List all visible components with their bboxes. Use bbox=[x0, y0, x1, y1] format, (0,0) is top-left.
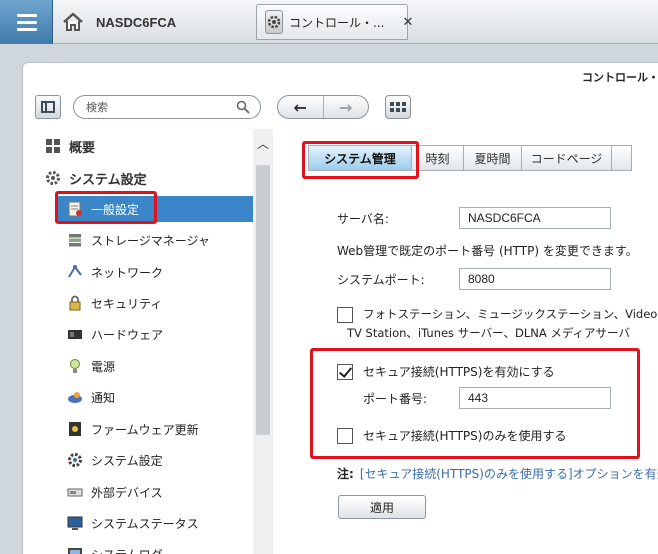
notification-icon bbox=[68, 392, 82, 403]
tab-codepage[interactable]: コードページ bbox=[522, 145, 612, 171]
highlight-https-settings bbox=[310, 348, 640, 459]
sidebar-item-label: 電源 bbox=[91, 359, 116, 374]
nas-name-label: NASDC6FCA bbox=[96, 14, 177, 30]
monitor-icon bbox=[67, 516, 83, 530]
sidebar-item-label: システムログ bbox=[91, 546, 163, 554]
sidebar-item-label: ストレージマネージャ bbox=[91, 233, 210, 248]
sidebar-item-label: システム設定 bbox=[91, 453, 163, 468]
search-input[interactable] bbox=[86, 99, 226, 115]
history-nav: ← → bbox=[277, 95, 369, 119]
sidebar-item-firmware[interactable]: ファームウェア更新 bbox=[67, 416, 199, 442]
photo-station-row: フォトステーション、ミュージックステーション、Video Sta TV Stat… bbox=[337, 305, 658, 343]
system-settings-icon bbox=[68, 453, 82, 467]
firmware-icon bbox=[69, 422, 81, 436]
sidebar-item-system-log[interactable]: システムログ bbox=[67, 541, 163, 554]
sidebar-item-overview[interactable]: 概要 bbox=[45, 133, 95, 159]
server-name-label: サーバ名: bbox=[337, 211, 389, 226]
control-panel-window: コントロール・ ← → 概要 bbox=[22, 62, 658, 554]
overview-icon bbox=[46, 139, 60, 153]
tab-daylight-saving[interactable]: 夏時間 bbox=[464, 145, 522, 171]
sidebar-item-label: 外部デバイス bbox=[91, 485, 163, 500]
top-bar: NASDC6FCA コントロール・... ✕ bbox=[0, 0, 658, 44]
lock-icon bbox=[69, 295, 81, 311]
log-icon bbox=[68, 548, 82, 554]
sidebar-item-label: システム設定 bbox=[69, 172, 147, 188]
sidebar-item-label: ネットワーク bbox=[91, 265, 164, 280]
sidebar-item-system-status[interactable]: システムステータス bbox=[67, 510, 199, 536]
apps-grid-button[interactable] bbox=[385, 95, 411, 119]
sidebar-item-label: ハードウェア bbox=[91, 327, 164, 342]
system-port-field[interactable]: 8080 bbox=[459, 268, 611, 290]
settings-panel: システム管理 時刻 夏時間 コードページ サーバ名: NASDC6FCA Web… bbox=[274, 129, 658, 554]
sidebar-scrollbar[interactable]: ︿ bbox=[253, 129, 273, 554]
sidebar-item-notification[interactable]: 通知 bbox=[67, 384, 115, 410]
sidebar-item-label: システムステータス bbox=[91, 516, 199, 531]
sidebar-item-hardware[interactable]: ハードウェア bbox=[67, 321, 163, 347]
photo-station-checkbox[interactable] bbox=[337, 307, 353, 323]
photo-station-label-line1: フォトステーション、ミュージックステーション、Video Sta bbox=[363, 307, 658, 321]
sidebar-item-system-settings[interactable]: システム設定 bbox=[45, 165, 147, 191]
network-icon bbox=[68, 265, 82, 278]
control-panel-icon bbox=[265, 10, 283, 34]
tab-title: コントロール・... bbox=[289, 15, 385, 30]
sidebar-item-storage[interactable]: ストレージマネージャ bbox=[67, 227, 210, 253]
sidebar-item-label: 通知 bbox=[91, 390, 116, 405]
search-box bbox=[73, 95, 261, 119]
close-icon[interactable]: ✕ bbox=[402, 15, 413, 30]
system-port-label: システムポート: bbox=[337, 272, 425, 287]
external-device-icon bbox=[67, 488, 83, 497]
highlight-system-admin-tab bbox=[302, 141, 419, 179]
sidebar-item-label: 概要 bbox=[69, 140, 96, 156]
tab-control-panel[interactable]: コントロール・... ✕ bbox=[256, 4, 413, 40]
highlight-general-settings bbox=[55, 191, 157, 224]
forward-button[interactable]: → bbox=[324, 96, 369, 118]
system-port-row: システムポート: 8080 bbox=[337, 268, 611, 290]
sidebar-layout-icon bbox=[41, 101, 55, 113]
note-text: [セキュア接続(HTTPS)のみを使用する]オプションを有効 bbox=[359, 467, 658, 481]
home-icon bbox=[63, 12, 83, 31]
toolbar: ← → bbox=[23, 87, 658, 127]
photo-station-label-line2: TV Station、iTunes サーバー、DLNA メディアサーバ bbox=[347, 326, 630, 340]
search-icon[interactable] bbox=[236, 100, 250, 114]
toggle-sidebar-button[interactable] bbox=[35, 95, 61, 119]
sidebar-item-security[interactable]: セキュリティ bbox=[67, 290, 162, 316]
sidebar-item-system-settings-2[interactable]: システム設定 bbox=[67, 447, 163, 473]
server-name-field[interactable]: NASDC6FCA bbox=[459, 207, 611, 229]
tab-more[interactable] bbox=[612, 145, 632, 171]
back-button[interactable]: ← bbox=[278, 96, 324, 118]
home-link[interactable]: NASDC6FCA bbox=[62, 11, 176, 33]
hardware-icon bbox=[68, 330, 82, 339]
http-port-description: Web管理で既定のポート番号 (HTTP) を変更できます。 bbox=[337, 244, 638, 258]
window-title: コントロール・ bbox=[582, 71, 658, 84]
scrollbar-thumb[interactable] bbox=[256, 165, 270, 435]
tab-time[interactable]: 時刻 bbox=[412, 145, 464, 171]
sidebar-item-label: ファームウェア更新 bbox=[91, 422, 199, 437]
sidebar-item-label: セキュリティ bbox=[91, 296, 163, 311]
note-prefix: 注: bbox=[337, 467, 354, 481]
gear-icon bbox=[46, 171, 60, 185]
storage-icon bbox=[69, 234, 81, 247]
main-menu-button[interactable] bbox=[0, 0, 53, 44]
https-note: 注: [セキュア接続(HTTPS)のみを使用する]オプションを有効 bbox=[337, 465, 658, 482]
sidebar-item-power[interactable]: 電源 bbox=[67, 353, 115, 379]
apply-button[interactable]: 適用 bbox=[338, 495, 426, 519]
sidebar-item-network[interactable]: ネットワーク bbox=[67, 259, 163, 285]
server-name-row: サーバ名: NASDC6FCA bbox=[337, 207, 611, 229]
scroll-up-icon[interactable]: ︿ bbox=[257, 135, 269, 152]
power-bulb-icon bbox=[70, 359, 80, 373]
sidebar-item-external-device[interactable]: 外部デバイス bbox=[67, 479, 163, 505]
